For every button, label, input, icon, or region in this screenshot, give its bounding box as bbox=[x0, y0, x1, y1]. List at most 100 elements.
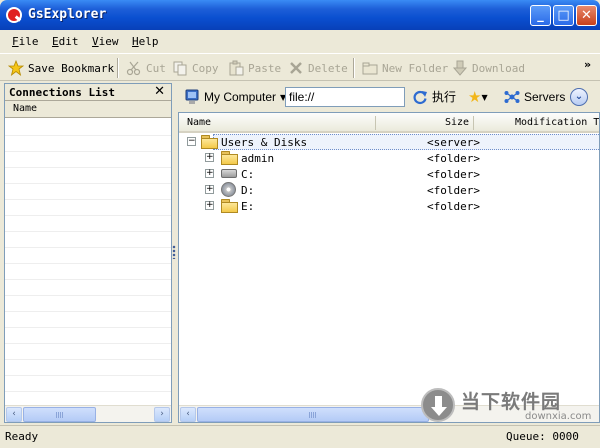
connections-panel-title: Connections List bbox=[9, 86, 115, 99]
refresh-icon bbox=[412, 89, 428, 105]
my-computer-dropdown[interactable]: My Computer ▼ bbox=[184, 89, 286, 105]
file-list-header: Name Size Modification T bbox=[179, 113, 599, 133]
connections-list[interactable] bbox=[5, 120, 171, 404]
menu-edit[interactable]: Edit bbox=[52, 35, 79, 48]
tree-row-name: Users & Disks bbox=[221, 136, 308, 149]
cut-button[interactable]: Cut bbox=[126, 58, 166, 78]
favorites-dropdown[interactable]: ★▼ bbox=[468, 88, 488, 106]
watermark-text: 当下软件园 bbox=[461, 391, 562, 413]
new-folder-label: New Folder bbox=[382, 61, 449, 75]
favorites-star-icon: ★ bbox=[468, 88, 482, 106]
hard-drive-icon bbox=[221, 169, 237, 178]
menu-help[interactable]: Help bbox=[132, 35, 159, 48]
star-icon bbox=[7, 59, 25, 77]
scroll-thumb[interactable] bbox=[197, 407, 429, 422]
paste-button[interactable]: Paste bbox=[228, 58, 281, 78]
save-bookmark-button[interactable]: Save Bookmark bbox=[7, 58, 115, 78]
new-folder-icon bbox=[362, 60, 378, 76]
menu-edit-label: dit bbox=[58, 35, 79, 48]
collapse-toggle-icon[interactable]: − bbox=[187, 137, 196, 146]
menu-file[interactable]: File bbox=[12, 35, 39, 48]
tree-row-size: <folder> bbox=[427, 168, 480, 181]
menu-file-label: ile bbox=[18, 35, 39, 48]
download-arrow-logo-icon bbox=[421, 388, 455, 422]
queue-counter: Queue: 0000 bbox=[506, 430, 579, 443]
watermark-logo: 当下软件园 downxia.com bbox=[421, 385, 600, 425]
folder-icon bbox=[201, 135, 218, 149]
minimize-button[interactable]: _ bbox=[530, 5, 551, 26]
address-input[interactable] bbox=[285, 87, 405, 107]
status-text: Ready bbox=[5, 430, 39, 443]
copy-icon bbox=[172, 60, 188, 76]
connections-column-name[interactable]: Name bbox=[5, 101, 171, 118]
tree-row-name: admin bbox=[241, 152, 275, 165]
menu-view-label: iew bbox=[98, 35, 119, 48]
column-divider[interactable] bbox=[473, 116, 474, 130]
menu-view[interactable]: View bbox=[92, 35, 119, 48]
folder-icon bbox=[221, 199, 238, 213]
save-bookmark-label: Save Bookmark bbox=[28, 61, 115, 75]
delete-label: Delete bbox=[308, 61, 348, 75]
watermark-url: downxia.com bbox=[525, 411, 592, 422]
panel-splitter[interactable] bbox=[172, 245, 176, 259]
expand-toolbar-chevron-icon[interactable]: ⌄ bbox=[570, 88, 588, 106]
execute-button[interactable]: 执行 bbox=[412, 88, 456, 105]
expand-toggle-icon[interactable]: + bbox=[205, 201, 214, 210]
tree-row[interactable]: + C: <folder> bbox=[179, 166, 599, 182]
copy-label: Copy bbox=[192, 61, 219, 75]
chevron-down-icon: ▼ bbox=[481, 93, 488, 102]
scroll-right-arrow-icon[interactable]: › bbox=[154, 407, 170, 422]
download-arrow-icon bbox=[452, 60, 468, 76]
toolbar: Save Bookmark Cut Copy Paste Delete New … bbox=[0, 53, 600, 81]
tree-row-size: <folder> bbox=[427, 184, 480, 197]
tree-row[interactable]: + admin <folder> bbox=[179, 150, 599, 166]
scroll-thumb[interactable] bbox=[23, 407, 96, 422]
scissors-icon bbox=[126, 60, 142, 76]
tree-row-size: <server> bbox=[427, 136, 480, 149]
cut-label: Cut bbox=[146, 61, 166, 75]
address-bar: My Computer ▼ 执行 ★▼ Servers ⌄ bbox=[178, 83, 600, 111]
delete-x-icon bbox=[288, 60, 304, 76]
menu-help-label: elp bbox=[138, 35, 159, 48]
toolbar-overflow-chevron-icon[interactable]: » bbox=[584, 58, 591, 71]
close-button[interactable]: ✕ bbox=[576, 5, 597, 26]
download-button[interactable]: Download bbox=[452, 58, 525, 78]
computer-icon bbox=[184, 89, 200, 105]
column-size[interactable]: Size bbox=[445, 117, 469, 128]
connections-panel-header: Connections List ✕ bbox=[5, 84, 171, 101]
tree-row-name: E: bbox=[241, 200, 255, 213]
new-folder-button[interactable]: New Folder bbox=[362, 58, 448, 78]
servers-button[interactable]: Servers bbox=[504, 89, 565, 105]
delete-button[interactable]: Delete bbox=[288, 58, 348, 78]
connections-close-icon[interactable]: ✕ bbox=[154, 84, 165, 99]
column-divider[interactable] bbox=[375, 116, 376, 130]
network-icon bbox=[504, 89, 520, 105]
tree-row[interactable]: − Users & Disks <server> bbox=[179, 134, 599, 150]
expand-toggle-icon[interactable]: + bbox=[205, 185, 214, 194]
column-modification-time[interactable]: Modification T bbox=[515, 117, 599, 128]
expand-toggle-icon[interactable]: + bbox=[205, 169, 214, 178]
app-icon bbox=[6, 7, 22, 23]
tree-row[interactable]: + E: <folder> bbox=[179, 198, 599, 214]
menu-view-accesskey: V bbox=[92, 35, 99, 48]
tree-row[interactable]: + D: <folder> bbox=[179, 182, 599, 198]
title-bar[interactable]: GsExplorer _ □ ✕ bbox=[0, 0, 600, 30]
connections-hscrollbar[interactable]: ‹ › bbox=[5, 405, 171, 422]
toolbar-separator bbox=[117, 58, 119, 78]
toolbar-separator bbox=[353, 58, 355, 78]
cd-drive-icon bbox=[221, 182, 236, 197]
file-list-panel: Name Size Modification T − Users & Disks… bbox=[178, 112, 600, 423]
copy-button[interactable]: Copy bbox=[172, 58, 219, 78]
menu-bar: File Edit View Help bbox=[0, 30, 600, 52]
scroll-left-arrow-icon[interactable]: ‹ bbox=[6, 407, 22, 422]
maximize-button[interactable]: □ bbox=[553, 5, 574, 26]
expand-toggle-icon[interactable]: + bbox=[205, 153, 214, 162]
menu-file-accesskey: F bbox=[12, 35, 19, 48]
tree-row-size: <folder> bbox=[427, 200, 480, 213]
window-title: GsExplorer bbox=[28, 7, 107, 22]
tree-row-name: D: bbox=[241, 184, 255, 197]
menu-edit-accesskey: E bbox=[52, 35, 59, 48]
column-name[interactable]: Name bbox=[187, 117, 211, 128]
scroll-left-arrow-icon[interactable]: ‹ bbox=[180, 407, 196, 422]
tree-row-size: <folder> bbox=[427, 152, 480, 165]
